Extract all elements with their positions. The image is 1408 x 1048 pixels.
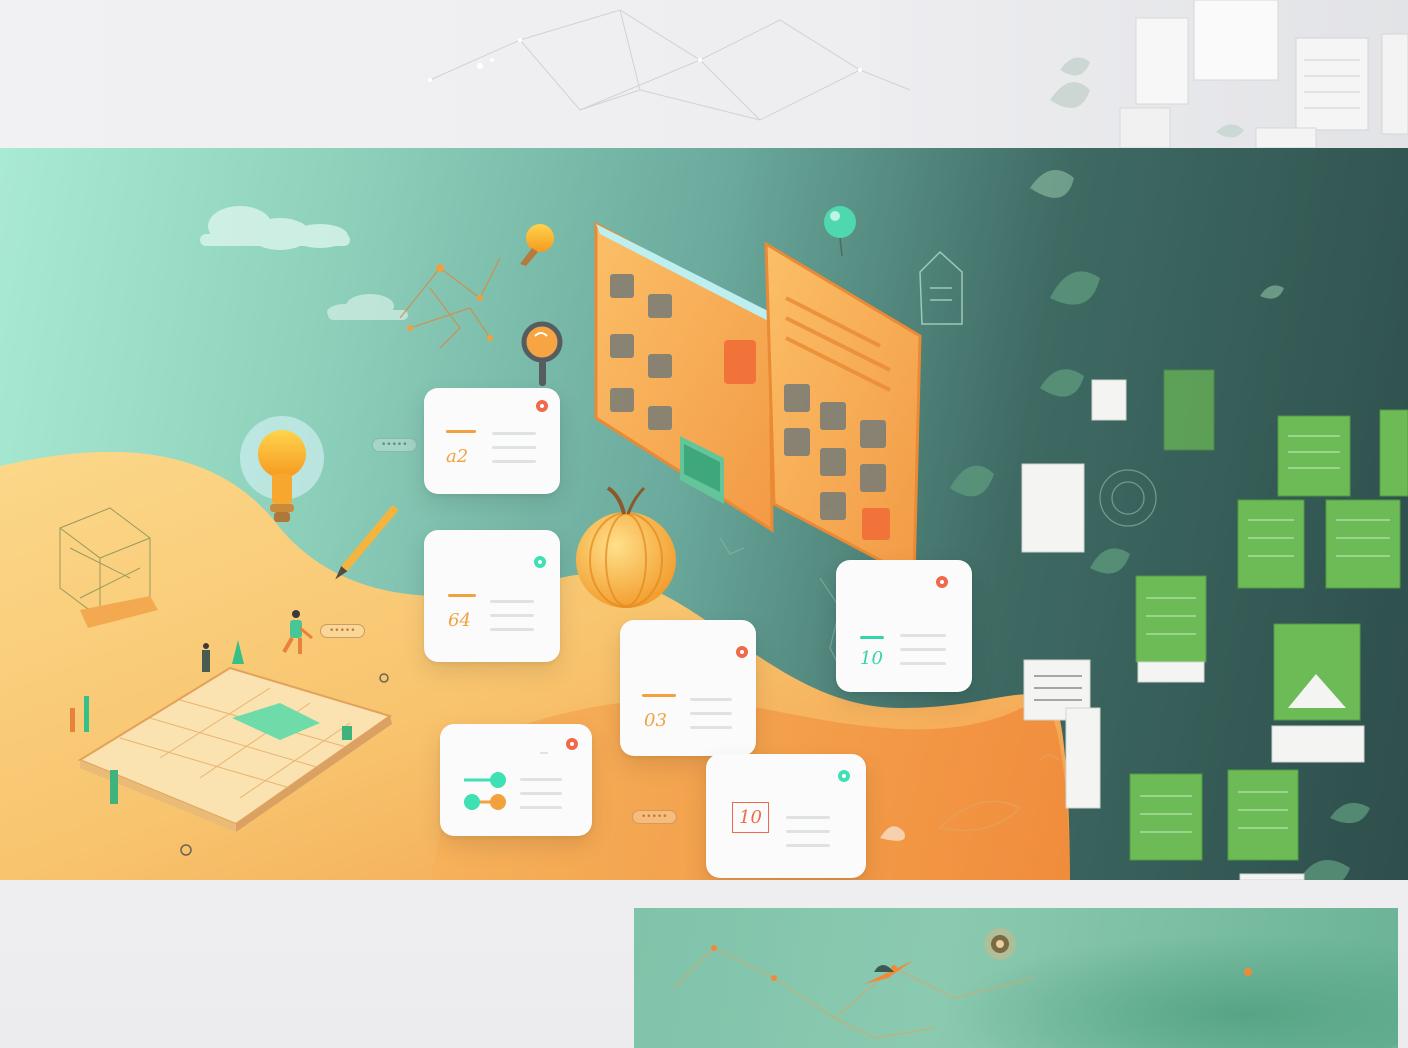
- info-card[interactable]: 10: [706, 754, 866, 878]
- chip-tag: •••••: [320, 624, 365, 638]
- text-line: [490, 600, 534, 603]
- text-line: [520, 778, 562, 781]
- pumpkin-icon: [576, 486, 676, 608]
- constellation-lines-decoration: [428, 0, 1408, 148]
- card-number: 10: [860, 648, 883, 669]
- card-number: 03: [644, 710, 667, 731]
- accent-bar: [446, 430, 476, 433]
- text-line: [786, 830, 830, 833]
- card-number: 10: [732, 802, 769, 833]
- calendar-panel-left: [594, 221, 778, 533]
- house-doodle-icon: [919, 250, 963, 325]
- chip-tag: •••••: [372, 438, 417, 452]
- text-line: [490, 628, 534, 631]
- hero-banner: ••••• ••••• ••••• a2 64 03 10 10: [0, 148, 1408, 880]
- text-line: [786, 816, 830, 819]
- status-dot: [536, 400, 548, 412]
- accent-bar: [448, 594, 476, 597]
- status-dot: [534, 556, 546, 568]
- text-line: [690, 698, 732, 701]
- info-card[interactable]: 10: [836, 560, 972, 692]
- text-line: [690, 712, 732, 715]
- status-dot: [838, 770, 850, 782]
- target-icon: [984, 928, 1016, 960]
- top-backdrop: [0, 0, 1408, 148]
- banner-illustration: [0, 170, 1408, 880]
- toggle-dots-icon: [464, 772, 506, 810]
- text-line: [492, 432, 536, 435]
- chip-tag: •••••: [632, 810, 677, 824]
- card-number: a2: [446, 446, 469, 467]
- text-line: [690, 726, 732, 729]
- preview-panel: [634, 908, 1398, 1048]
- status-dot: [736, 646, 748, 658]
- text-line: [520, 792, 562, 795]
- text-line: [900, 662, 946, 665]
- magnifier-icon: [521, 321, 563, 386]
- calendar-panel-right: [764, 241, 922, 581]
- status-dot: [566, 738, 578, 750]
- text-line: [520, 806, 562, 809]
- info-card[interactable]: 03: [620, 620, 756, 756]
- text-line: [492, 460, 536, 463]
- small-bulb-icon: [520, 224, 554, 266]
- preview-illustration: [673, 918, 1398, 1048]
- info-card[interactable]: 64: [424, 530, 560, 662]
- text-line: [540, 752, 548, 754]
- card-number: 64: [448, 610, 471, 631]
- accent-bar: [860, 636, 884, 639]
- text-line: [490, 614, 534, 617]
- text-line: [900, 648, 946, 651]
- text-line: [900, 634, 946, 637]
- text-line: [492, 446, 536, 449]
- info-card[interactable]: a2: [424, 388, 560, 494]
- balloon-icon: [824, 206, 856, 257]
- text-line: [786, 844, 830, 847]
- cloud-icon: [200, 206, 350, 250]
- progress-card[interactable]: [440, 724, 592, 836]
- status-dot: [936, 576, 948, 588]
- accent-bar: [642, 694, 676, 697]
- pencil-icon: [335, 505, 398, 580]
